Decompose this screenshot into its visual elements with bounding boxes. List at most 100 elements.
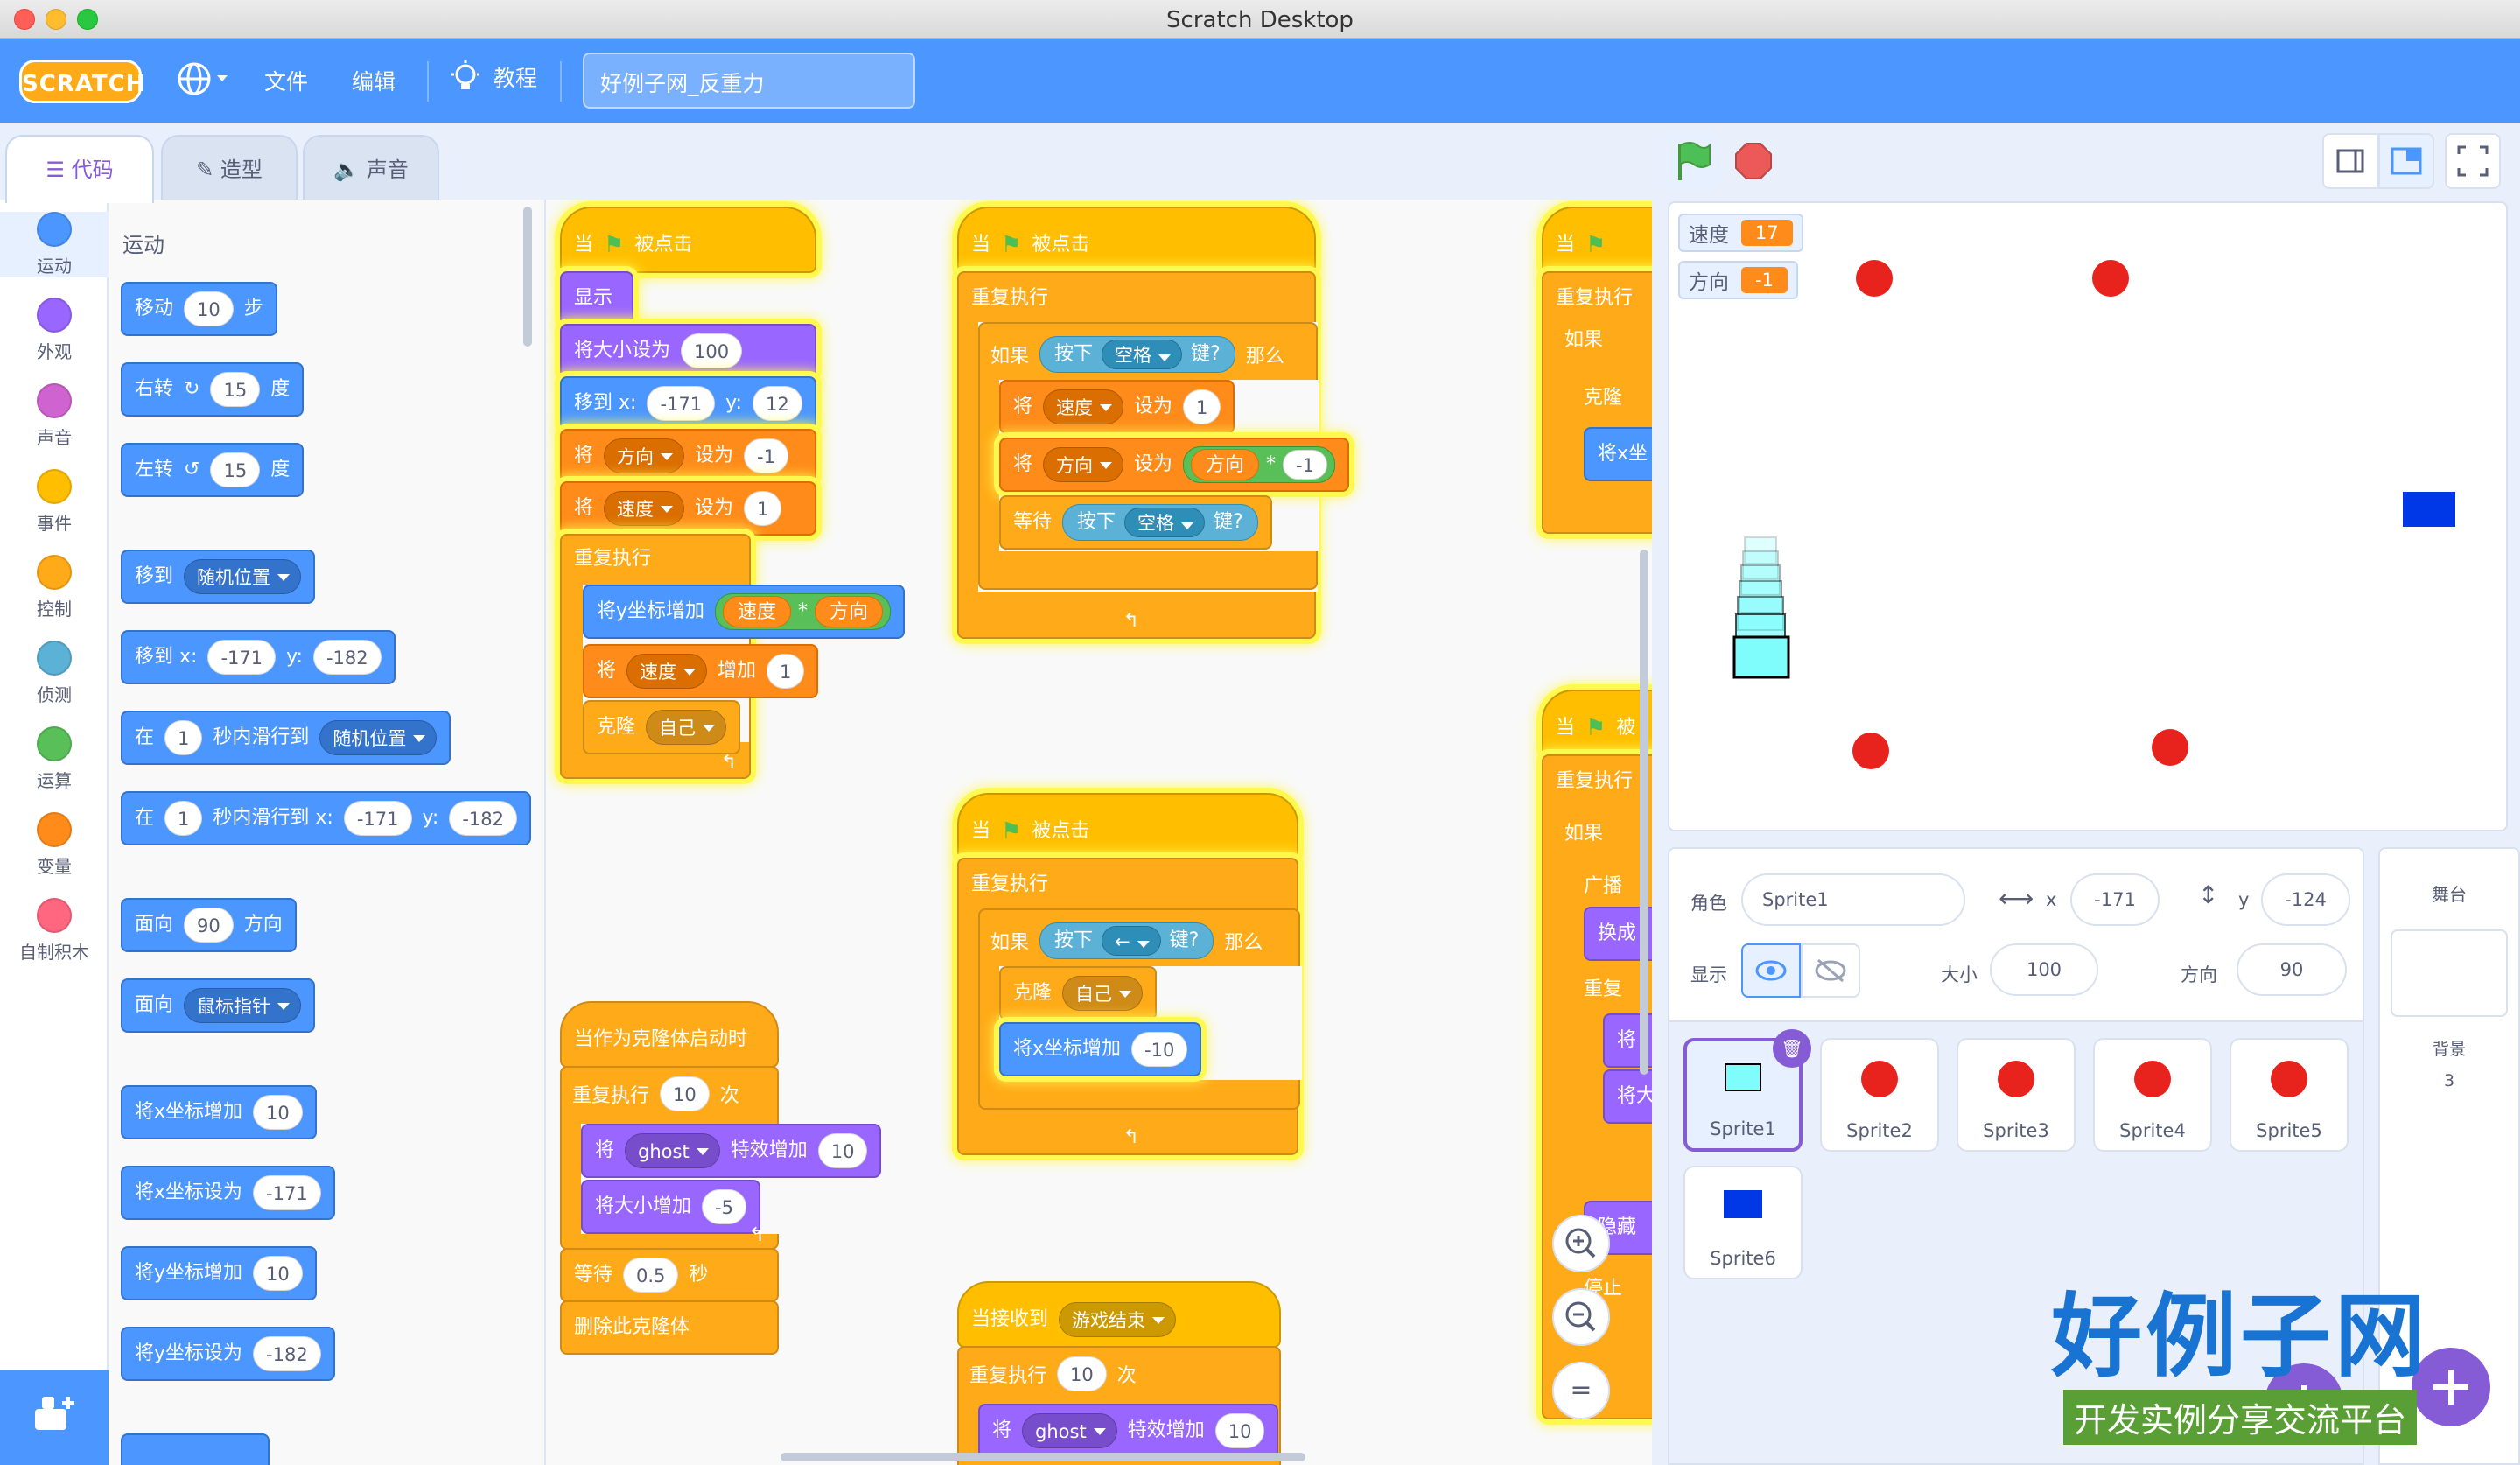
set-x-block[interactable]: 将x坐标设为 -171 — [121, 1166, 335, 1220]
variable-dropdown[interactable]: 速度 — [1043, 389, 1124, 424]
sprite4-red-ball[interactable] — [1852, 732, 1889, 769]
change-speed-var-block[interactable]: 将速度 增加 1 — [583, 644, 819, 698]
normal-stage-button[interactable] — [2378, 133, 2434, 189]
direction-input[interactable]: 90 — [2236, 943, 2347, 996]
y-input[interactable]: -182 — [312, 640, 382, 675]
multiply-operator[interactable]: 方向 * -1 — [1183, 446, 1335, 483]
forever-loop[interactable]: 重复执行 如果 按下 ← 键? 那么 克隆 自己 将x坐标增加 -10 ↰ — [957, 858, 1302, 1155]
effect-amount-input[interactable]: 10 — [817, 1133, 868, 1168]
variable-dropdown[interactable]: 速度 — [626, 654, 708, 689]
set-speed-var-block[interactable]: 将速度 设为 1 — [999, 380, 1236, 434]
forever-loop[interactable]: 重复执行 如果 克隆 将x坐 — [1542, 271, 1652, 534]
direction-reporter[interactable]: 方向 — [1191, 449, 1260, 480]
category-5[interactable]: 侦测 — [0, 641, 108, 706]
set-size-block[interactable]: 将大小设为 100 — [560, 324, 816, 378]
degrees-input[interactable]: 15 — [210, 372, 261, 407]
size-change-input[interactable]: -5 — [702, 1189, 746, 1224]
zoom-in-button[interactable] — [1552, 1215, 1610, 1272]
y-value-input[interactable]: -182 — [253, 1336, 321, 1371]
clone-target-dropdown[interactable]: 自己 — [646, 710, 727, 745]
sprite5-red-ball[interactable] — [2152, 729, 2188, 766]
sprite-tile-sprite2[interactable]: Sprite2 — [1820, 1038, 1939, 1152]
stop-button[interactable] — [1726, 133, 1782, 189]
sprite-tile-sprite3[interactable]: Sprite3 — [1956, 1038, 2076, 1152]
language-menu[interactable] — [175, 60, 229, 103]
when-flag-clicked-hat[interactable]: 当 ⚑ 被点击 — [957, 207, 1316, 273]
script-vertical-scrollbar[interactable] — [1640, 550, 1648, 1075]
sprite-tile-sprite4[interactable]: Sprite4 — [2093, 1038, 2212, 1152]
forever-loop[interactable]: 重复执行 如果 按下 空格 键? 那么 将速度 设为 1 将方向 设为 方向 * - — [957, 271, 1349, 639]
towards-dropdown[interactable]: 鼠标指针 — [184, 988, 302, 1023]
effect-amount-input[interactable]: 10 — [1214, 1413, 1265, 1448]
category-8[interactable]: 自制积木 — [0, 898, 108, 964]
tab-code[interactable]: ☰ 代码 — [5, 135, 154, 203]
x-value-input[interactable]: -171 — [253, 1175, 321, 1210]
category-7[interactable]: 变量 — [0, 812, 108, 878]
stage-thumbnail[interactable] — [2390, 929, 2508, 1017]
script-game-over[interactable]: 当接收到 游戏结束 重复执行 10 次 将 ghost 特效增加 10 — [957, 1281, 1281, 1465]
script-green-flag-main[interactable]: 当 ⚑ 被点击 显示 将大小设为 100 移到 x: -171 y: 12 将方向 设为 -1 … — [560, 207, 906, 789]
key-pressed-condition[interactable]: 按下 空格 键? — [1062, 504, 1258, 541]
point-towards-block[interactable]: 面向 鼠标指针 — [121, 978, 316, 1033]
x-input[interactable]: -171 — [647, 386, 716, 421]
turn-left-block[interactable]: 左转 ↺ 15 度 — [121, 443, 304, 497]
palette-scrollbar[interactable] — [523, 207, 532, 347]
add-extension-button[interactable] — [0, 1370, 108, 1465]
glide-xy-block[interactable]: 在 1 秒内滑行到 x: -171 y: -182 — [121, 791, 532, 845]
key-dropdown[interactable]: 空格 — [1124, 508, 1206, 537]
stage-canvas[interactable]: 速度 17 方向 -1 — [1668, 201, 2508, 831]
seconds-input[interactable]: 0.5 — [623, 1258, 679, 1293]
y-position-input[interactable]: -124 — [2261, 873, 2350, 926]
value-input[interactable]: 1 — [744, 491, 782, 526]
goto-target-dropdown[interactable]: 随机位置 — [184, 559, 302, 594]
direction-input[interactable]: 90 — [184, 908, 234, 943]
key-pressed-condition[interactable]: 按下 空格 键? — [1040, 336, 1236, 373]
change-x-block[interactable]: 将x坐标增加 -10 — [999, 1022, 1202, 1076]
when-receive-hat[interactable]: 当接收到 游戏结束 — [957, 1281, 1281, 1348]
set-speed-var-block[interactable]: 将速度 设为 1 — [560, 481, 816, 536]
category-2[interactable]: 声音 — [0, 383, 108, 449]
sprite-tile-sprite5[interactable]: Sprite5 — [2230, 1038, 2348, 1152]
direction-reporter[interactable]: 方向 — [815, 596, 884, 627]
if-then-block[interactable]: 如果 按下 ← 键? 那么 克隆 自己 将x坐标增加 -10 — [978, 908, 1302, 1110]
y-change-input[interactable]: 10 — [253, 1256, 303, 1291]
script-space-key[interactable]: 当 ⚑ 被点击 重复执行 如果 按下 空格 键? 那么 将速度 设为 1 将方向 设为 — [957, 207, 1349, 641]
multiply-operator[interactable]: 速度 * 方向 — [715, 593, 892, 630]
category-1[interactable]: 外观 — [0, 298, 108, 363]
goto-block[interactable]: 移到 随机位置 — [121, 550, 316, 604]
tab-sounds[interactable]: 🔈 声音 — [303, 135, 439, 201]
wait-until-block[interactable]: 等待 按下 空格 键? — [999, 495, 1272, 550]
set-direction-var-block[interactable]: 将方向 设为 方向 * -1 — [999, 438, 1349, 492]
key-dropdown[interactable]: ← — [1102, 926, 1161, 956]
y-input[interactable]: -182 — [449, 801, 518, 836]
change-size-block[interactable]: 将大小增加 -5 — [581, 1180, 760, 1234]
x-change-input[interactable]: 10 — [253, 1095, 303, 1130]
change-y-block[interactable]: 将y坐标增加 速度 * 方向 — [583, 585, 906, 639]
delete-clone-block[interactable]: 删除此克隆体 — [560, 1300, 779, 1355]
script-clone-start[interactable]: 当作为克隆体启动时 重复执行 10 次 将 ghost 特效增加 10 将大小增加 -5 ↰… — [560, 1001, 882, 1360]
x-input[interactable]: -171 — [207, 640, 276, 675]
x-input[interactable]: -171 — [343, 801, 412, 836]
scratch-logo[interactable]: SCRATCH — [19, 60, 145, 103]
set-direction-var-block[interactable]: 将方向 设为 -1 — [560, 429, 816, 483]
category-0[interactable]: 运动 — [0, 212, 108, 277]
effect-dropdown[interactable]: ghost — [625, 1133, 720, 1168]
change-x-block[interactable]: 将x坐标增加 10 — [121, 1085, 317, 1139]
key-pressed-condition[interactable]: 按下 ← 键? — [1040, 922, 1214, 959]
motion-block-partial[interactable] — [121, 1433, 270, 1465]
point-direction-block[interactable]: 面向 90 方向 — [121, 898, 297, 952]
size-input[interactable]: 100 — [681, 333, 743, 368]
effect-dropdown[interactable]: ghost — [1022, 1413, 1117, 1448]
degrees-input[interactable]: 15 — [210, 452, 261, 487]
clone-target-dropdown[interactable]: 自己 — [1062, 976, 1144, 1011]
change-y-block[interactable]: 将y坐标增加 10 — [121, 1246, 317, 1300]
change-effect-block[interactable]: 将 ghost 特效增加 10 — [978, 1404, 1279, 1458]
sprite2-red-ball[interactable] — [1856, 260, 1893, 297]
repeat-loop[interactable]: 重复执行 10 次 将 ghost 特效增加 10 — [957, 1346, 1281, 1465]
variable-dropdown[interactable]: 方向 — [604, 438, 685, 473]
x-position-input[interactable]: -171 — [2070, 873, 2160, 926]
sprite6-blue-rect[interactable] — [2403, 492, 2455, 527]
zoom-out-button[interactable] — [1552, 1288, 1610, 1346]
when-clone-starts-hat[interactable]: 当作为克隆体启动时 — [560, 1001, 779, 1068]
fullscreen-button[interactable] — [2445, 133, 2501, 189]
